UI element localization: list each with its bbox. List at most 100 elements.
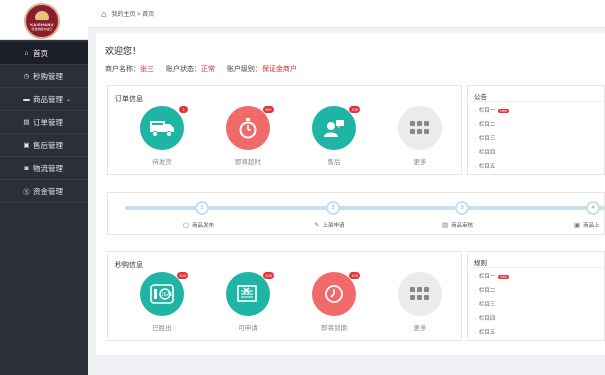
sidebar-item-label: 商品管理 <box>33 94 63 104</box>
flash-sale-title: 秒购信息 <box>115 262 143 269</box>
notice-title: 公告 <box>474 94 487 101</box>
applicable-tile[interactable]: 100 可申请 <box>224 272 274 332</box>
svg-text:DEAL: DEAL <box>160 292 173 298</box>
order-info-title: 订单信息 <box>115 96 143 103</box>
won-count-badge: 100 <box>177 272 188 279</box>
grid-icon <box>398 106 442 150</box>
money-icon: Ⓢ <box>23 189 30 196</box>
grid-icon <box>398 272 442 316</box>
account-status-label: 账户状态： <box>165 66 201 73</box>
rules-title: 规则 <box>474 260 487 267</box>
spreadsheet-icon: 100 <box>226 272 274 316</box>
sidebar-nav: ⌂ 首页 ◷ 秒购管理 ▬ 商品管理 ⌄ ▤ 订单管理 ▣ 售后管理 ◙ 物流管… <box>0 42 88 203</box>
step-2-label[interactable]: ✎ 上架申请 <box>314 221 344 229</box>
timer-icon: 100 <box>312 272 360 316</box>
tile-label: 已胜出 <box>152 325 172 332</box>
won-tile[interactable]: DEAL 100 已胜出 <box>138 272 188 332</box>
account-status: 正常 <box>200 66 215 73</box>
notice-item[interactable]: · 栏目二 <box>474 120 495 128</box>
expiring-count-badge: 100 <box>349 272 360 279</box>
aftersale-icon: ▣ <box>23 142 30 149</box>
chevron-down-icon: ⌄ <box>66 96 72 103</box>
order-info-panel: 订单信息 1 待发货 99+ 即将超时 100 售后 更多 <box>107 85 462 175</box>
rules-panel: 规则 · 栏目一 new · 栏目二 · 栏目三 · 栏目四 · 栏目五 <box>467 251 605 341</box>
expiring-soon-tile[interactable]: 99+ 即将超时 <box>224 106 274 166</box>
sidebar-item-logistics[interactable]: ◙ 物流管理 <box>0 157 88 180</box>
tile-label: 售后 <box>327 159 341 166</box>
truck-icon: ◙ <box>24 164 29 172</box>
sidebar-item-aftersale[interactable]: ▣ 售后管理 <box>0 134 88 157</box>
sidebar-item-label: 首页 <box>33 48 48 58</box>
expiring-tile[interactable]: 100 即将到期 <box>310 272 360 332</box>
sidebar-item-home[interactable]: ⌂ 首页 <box>0 42 88 65</box>
image-icon: ▣ <box>574 222 581 229</box>
deal-icon: DEAL 100 <box>140 272 188 316</box>
rules-item[interactable]: · 栏目四 <box>474 314 495 322</box>
sidebar-item-label: 订单管理 <box>33 117 63 127</box>
stopwatch-icon: 99+ <box>226 106 274 150</box>
order-icon: ▤ <box>23 119 30 126</box>
sidebar-item-funds[interactable]: Ⓢ 资金管理 <box>0 180 88 203</box>
notice-item[interactable]: · 栏目一 new <box>474 106 509 114</box>
tile-label: 可申请 <box>238 325 258 332</box>
pending-shipment-tile[interactable]: 1 待发货 <box>138 106 188 166</box>
expiring-count-badge: 99+ <box>263 106 274 113</box>
logo-subtext: 凯世纳欧洲进口 <box>31 27 53 31</box>
tile-label: 更多 <box>413 159 427 166</box>
sidebar-item-label: 物流管理 <box>33 163 63 173</box>
merchant-name: 张三 <box>140 66 154 73</box>
applicable-count-badge: 100 <box>263 272 274 279</box>
book-icon: ▢ <box>183 222 190 229</box>
rules-item[interactable]: · 栏目一 new <box>474 272 509 280</box>
notice-panel: 公告 · 栏目一 new · 栏目二 · 栏目三 · 栏目四 · 栏目五 <box>467 85 605 175</box>
truck-icon: 1 <box>140 106 188 150</box>
welcome-heading: 欢迎您！ <box>105 46 142 56</box>
sidebar-item-label: 售后管理 <box>33 140 63 150</box>
home-icon: ⌂ <box>24 49 29 57</box>
rules-item[interactable]: · 栏目三 <box>474 300 495 308</box>
new-badge: new <box>498 108 509 113</box>
more-flash-tile[interactable]: 更多 <box>396 272 444 332</box>
sidebar-item-label: 秒购管理 <box>33 71 63 81</box>
step-1-marker: 1 <box>195 201 209 215</box>
aftersale-count-badge: 100 <box>349 106 360 113</box>
flash-sale-panel: 秒购信息 DEAL 100 已胜出 100 可申请 100 即将到期 更多 <box>107 251 462 341</box>
account-level: 保证金商户 <box>261 66 297 73</box>
step-4-label[interactable]: ▣ 商品上 <box>574 221 600 229</box>
clock-icon: ◷ <box>23 73 30 80</box>
sidebar: KAISHANU 凯世纳欧洲进口 ⌂ 首页 ◷ 秒购管理 ▬ 商品管理 ⌄ ▤ … <box>0 0 88 375</box>
rules-item[interactable]: · 栏目二 <box>474 286 495 294</box>
notice-item[interactable]: · 栏目三 <box>474 134 495 142</box>
top-bar: ⌂ 我的主页 > 首页 <box>88 0 605 28</box>
main-content: 欢迎您！ 商户名称：张三 账户状态：正常 账户级别：保证金商户 订单信息 1 待… <box>96 33 605 355</box>
tile-label: 待发货 <box>152 159 172 166</box>
step-2-marker: 2 <box>326 201 340 215</box>
more-orders-tile[interactable]: 更多 <box>396 106 444 166</box>
tile-label: 即将超时 <box>235 159 261 166</box>
listing-process-steps: 1 2 3 4 ▢ 商品发布 ✎ 上架申请 ▤ 商品审核 ▣ 商品上 <box>107 192 605 235</box>
brand-logo[interactable]: KAISHANU 凯世纳欧洲进口 <box>24 3 60 39</box>
sidebar-item-orders[interactable]: ▤ 订单管理 <box>0 111 88 134</box>
breadcrumb[interactable]: 我的主页 > 首页 <box>111 9 154 18</box>
notice-item[interactable]: · 栏目五 <box>474 162 495 170</box>
home-icon[interactable]: ⌂ <box>101 9 106 19</box>
step-4-marker: 4 <box>586 201 600 215</box>
merchant-name-label: 商户名称： <box>105 66 140 73</box>
sidebar-item-label: 资金管理 <box>33 186 63 196</box>
step-3-label[interactable]: ▤ 商品审核 <box>442 221 473 229</box>
after-sales-tile[interactable]: 100 售后 <box>310 106 360 166</box>
sidebar-item-flash-sale[interactable]: ◷ 秒购管理 <box>0 65 88 88</box>
edit-icon: ✎ <box>314 222 320 229</box>
sidebar-item-products[interactable]: ▬ 商品管理 ⌄ <box>0 88 88 111</box>
logo-area: KAISHANU 凯世纳欧洲进口 <box>0 0 88 40</box>
clipboard-icon: ▤ <box>442 222 449 229</box>
rules-item[interactable]: · 栏目五 <box>474 328 495 336</box>
pending-count-badge: 1 <box>179 106 188 113</box>
notice-item[interactable]: · 栏目四 <box>474 148 495 156</box>
account-level-label: 账户级别： <box>226 66 262 73</box>
folder-icon: ▬ <box>23 95 30 103</box>
tile-label: 更多 <box>413 325 427 332</box>
crest-icon <box>35 11 49 20</box>
customer-service-icon: 100 <box>312 106 360 150</box>
step-1-label[interactable]: ▢ 商品发布 <box>183 221 214 229</box>
